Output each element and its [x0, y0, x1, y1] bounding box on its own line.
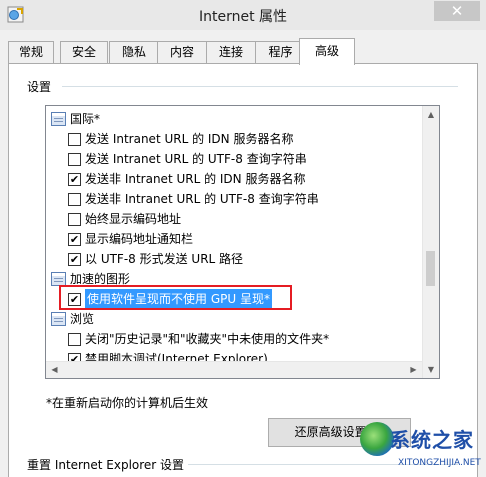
watermark-url: XITONGZHIJIA.NET: [398, 458, 481, 468]
scroll-left-icon[interactable]: ◀: [46, 362, 63, 378]
settings-option-label: 发送 Intranet URL 的 IDN 服务器名称: [85, 132, 294, 146]
settings-option-label: 关闭"历史记录"和"收藏夹"中未使用的文件夹*: [85, 332, 330, 346]
scroll-up-icon[interactable]: ▲: [423, 106, 439, 123]
scroll-right-icon[interactable]: ▶: [405, 362, 422, 378]
checkbox-unchecked-icon[interactable]: [68, 153, 81, 166]
window-title: Internet 属性: [198, 9, 288, 25]
settings-option-label: 发送非 Intranet URL 的 IDN 服务器名称: [85, 172, 306, 186]
settings-option-label: 发送非 Intranet URL 的 UTF-8 查询字符串: [85, 192, 319, 206]
checkbox-unchecked-icon[interactable]: [68, 333, 81, 346]
checkbox-unchecked-icon[interactable]: [68, 133, 81, 146]
settings-option[interactable]: ✔ 发送非 Intranet URL 的 IDN 服务器名称: [46, 169, 422, 189]
tab-advanced[interactable]: 高级: [299, 38, 355, 65]
vertical-scrollbar[interactable]: ▲ ▼: [422, 106, 439, 378]
close-button[interactable]: ✕: [434, 1, 480, 21]
tab-content[interactable]: 内容: [157, 41, 207, 63]
settings-category-icon: [51, 272, 66, 286]
settings-category-label: 国际*: [70, 112, 101, 126]
close-icon: ✕: [450, 2, 464, 20]
site-watermark-logo: 系统之家 XITONGZHIJIA.NET: [360, 418, 484, 474]
title-bar[interactable]: Internet 属性 ✕: [0, 0, 486, 30]
settings-category[interactable]: 国际*: [46, 109, 422, 129]
scroll-thumb[interactable]: [426, 251, 435, 286]
internet-properties-window: Internet 属性 ✕ 常规 安全 隐私 内容 连接 程序 高级 设置 国际…: [0, 0, 486, 477]
settings-category-label: 浏览: [70, 312, 95, 326]
horizontal-scrollbar[interactable]: ◀ ▶: [46, 361, 422, 378]
settings-group-label: 设置: [27, 80, 52, 94]
checkbox-unchecked-icon[interactable]: [68, 193, 81, 206]
settings-option[interactable]: ✔ 以 UTF-8 形式发送 URL 路径: [46, 249, 422, 269]
checkbox-checked-icon[interactable]: ✔: [68, 233, 81, 246]
settings-category-label: 加速的图形: [70, 272, 131, 286]
settings-list[interactable]: 国际* 发送 Intranet URL 的 IDN 服务器名称 发送 Intrane…: [45, 105, 440, 379]
tab-general[interactable]: 常规: [8, 41, 54, 63]
settings-option[interactable]: ✔ 使用软件呈现而不使用 GPU 呈现*: [46, 289, 422, 309]
settings-group-divider: [62, 86, 458, 87]
checkbox-checked-icon[interactable]: ✔: [68, 293, 81, 306]
settings-option-label: 使用软件呈现而不使用 GPU 呈现*: [85, 289, 272, 309]
watermark-text: 系统之家: [390, 428, 474, 452]
settings-category[interactable]: 浏览: [46, 309, 422, 329]
settings-option[interactable]: 始终显示编码地址: [46, 209, 422, 229]
settings-option[interactable]: 发送非 Intranet URL 的 UTF-8 查询字符串: [46, 189, 422, 209]
settings-category-icon: [51, 312, 66, 326]
scroll-down-icon[interactable]: ▼: [423, 361, 439, 378]
settings-category[interactable]: 加速的图形: [46, 269, 422, 289]
checkbox-checked-icon[interactable]: ✔: [68, 173, 81, 186]
tab-connections[interactable]: 连接: [206, 41, 256, 63]
settings-option[interactable]: 发送 Intranet URL 的 IDN 服务器名称: [46, 129, 422, 149]
settings-option[interactable]: ✔ 显示编码地址通知栏: [46, 229, 422, 249]
settings-category-icon: [51, 112, 66, 126]
settings-option-label: 始终显示编码地址: [85, 212, 182, 226]
settings-option-label: 显示编码地址通知栏: [85, 232, 194, 246]
checkbox-unchecked-icon[interactable]: [68, 213, 81, 226]
settings-option[interactable]: 发送 Intranet URL 的 UTF-8 查询字符串: [46, 149, 422, 169]
settings-option[interactable]: 关闭"历史记录"和"收藏夹"中未使用的文件夹*: [46, 329, 422, 349]
tab-privacy[interactable]: 隐私: [109, 41, 159, 63]
restart-note: *在重新启动你的计算机后生效: [46, 396, 209, 410]
watermark-swirl-icon: [360, 422, 394, 456]
settings-option-label: 发送 Intranet URL 的 UTF-8 查询字符串: [85, 152, 307, 166]
checkbox-checked-icon[interactable]: ✔: [68, 253, 81, 266]
reset-group-label: 重置 Internet Explorer 设置: [27, 458, 185, 472]
tab-security[interactable]: 安全: [60, 41, 108, 63]
settings-option-label: 以 UTF-8 形式发送 URL 路径: [85, 252, 244, 266]
